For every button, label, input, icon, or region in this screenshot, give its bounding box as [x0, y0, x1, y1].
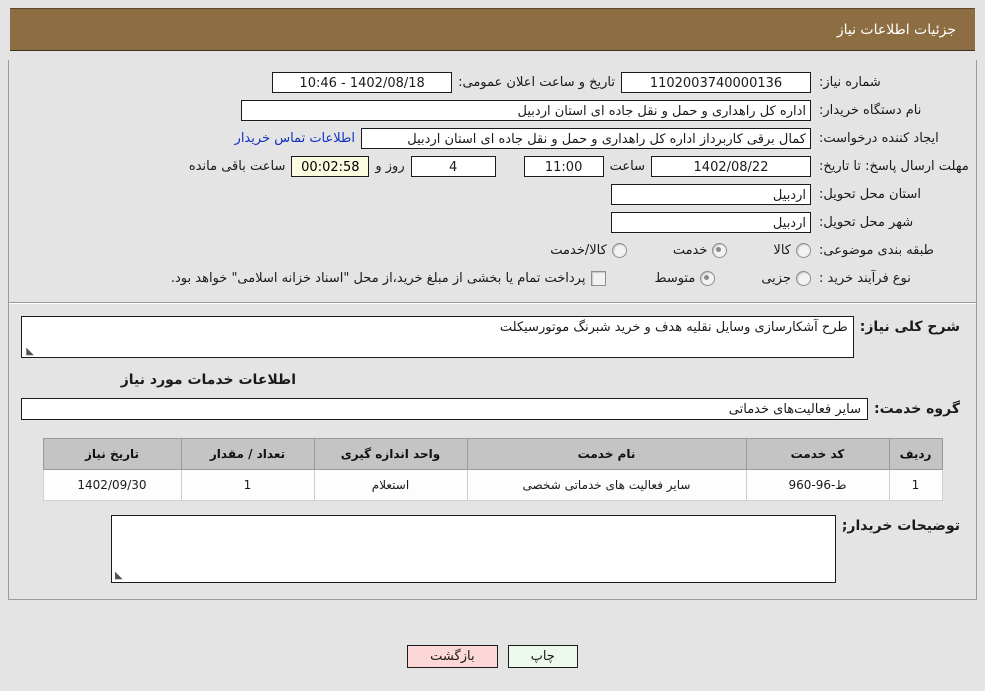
need-number-value: 1102003740000136 — [621, 71, 811, 93]
cell-date: 1402/09/30 — [42, 469, 182, 501]
requester-value: کمال برقی کاربرداز اداره کل راهداری و حم… — [361, 127, 811, 149]
row-city: شهر محل تحویل: اردبیل — [9, 208, 976, 236]
announce-datetime-value: 1402/08/18 - 10:46 — [272, 71, 453, 93]
city-value: اردبیل — [611, 211, 811, 233]
requester-label: ایجاد کننده درخواست: — [819, 130, 939, 146]
service-group-value: سایر فعالیت‌های خدماتی — [21, 398, 869, 420]
process-option-medium-label: متوسط — [654, 270, 696, 286]
th-unit: واحد اندازه گیری — [313, 438, 468, 470]
process-option-minor[interactable]: جزیی — [761, 270, 811, 286]
page-root: AriaTender.net جزئیات اطلاعات نیاز شماره… — [0, 0, 985, 691]
buyer-comments-label: توضیحات خریدار; — [841, 518, 960, 534]
cell-name: سایر فعالیت های خدماتی شخصی — [466, 469, 747, 501]
category-option-goods-label: کالا — [773, 242, 791, 258]
category-option-service[interactable]: خدمت — [672, 242, 728, 258]
table-row: 1 ط-96-960 سایر فعالیت های خدماتی شخصی ا… — [42, 469, 943, 501]
row-category: طبقه بندی موضوعی: کالا خدمت کالا/خدمت — [9, 236, 976, 264]
th-index: ردیف — [888, 438, 943, 470]
print-button[interactable]: چاپ — [507, 645, 578, 668]
row-deadline: مهلت ارسال پاسخ: تا تاریخ: 1402/08/22 سا… — [9, 152, 976, 180]
radio-icon[interactable] — [700, 270, 716, 286]
summary-section: شماره نیاز: 1102003740000136 تاریخ و ساع… — [9, 60, 976, 298]
row-requester: ایجاد کننده درخواست: کمال برقی کاربرداز … — [9, 124, 976, 152]
row-description: شرح کلی نیاز: طرح آشکارسازی وسایل نقلیه … — [9, 316, 976, 358]
row-purchase-process: نوع فرآیند خرید : جزیی متوسط پرداخت تمام… — [9, 264, 976, 292]
services-table: ردیف کد خدمت نام خدمت واحد اندازه گیری ت… — [42, 438, 943, 501]
cell-unit: استعلام — [313, 469, 468, 501]
process-option-minor-label: جزیی — [761, 270, 791, 286]
countdown-timer: 00:02:58 — [291, 155, 370, 177]
treasury-bonds-note: پرداخت تمام یا بخشی از مبلغ خرید،از محل … — [170, 270, 586, 286]
row-need-number: شماره نیاز: 1102003740000136 تاریخ و ساع… — [9, 68, 976, 96]
window-title-bar: جزئیات اطلاعات نیاز — [10, 8, 975, 51]
back-button[interactable]: بازگشت — [407, 645, 498, 668]
description-label: شرح کلی نیاز: — [859, 319, 960, 335]
radio-icon[interactable] — [611, 242, 627, 258]
services-section-heading: اطلاعات خدمات مورد نیاز — [120, 372, 296, 388]
cell-index: 1 — [888, 469, 943, 501]
row-buyer-org: نام دستگاه خریدار: اداره کل راهداری و حم… — [9, 96, 976, 124]
need-number-label: شماره نیاز: — [819, 74, 881, 90]
need-details-section: شرح کلی نیاز: طرح آشکارسازی وسایل نقلیه … — [9, 304, 976, 599]
process-radio-group: جزیی متوسط — [648, 270, 811, 286]
city-label: شهر محل تحویل: — [819, 214, 914, 230]
radio-icon[interactable] — [796, 270, 811, 286]
th-code: کد خدمت — [745, 438, 890, 470]
service-group-label: گروه خدمت: — [874, 401, 960, 417]
category-option-goods-service[interactable]: کالا/خدمت — [550, 242, 627, 258]
resize-grip-icon[interactable]: ◣ — [25, 347, 34, 357]
row-service-group: گروه خدمت: سایر فعالیت‌های خدماتی — [9, 398, 976, 420]
province-label: استان محل تحویل: — [819, 186, 921, 202]
purchase-process-label: نوع فرآیند خرید : — [819, 270, 911, 286]
announce-datetime-label: تاریخ و ساعت اعلان عمومی: — [458, 74, 615, 90]
th-date: تاریخ نیاز — [42, 438, 182, 470]
deadline-label: مهلت ارسال پاسخ: تا تاریخ: — [819, 158, 969, 174]
category-radio-group: کالا خدمت کالا/خدمت — [544, 242, 811, 258]
table-header-row: ردیف کد خدمت نام خدمت واحد اندازه گیری ت… — [42, 438, 943, 470]
category-option-service-label: خدمت — [672, 242, 708, 258]
days-label: روز و — [375, 158, 405, 174]
deadline-time-value: 11:00 — [523, 155, 604, 177]
resize-grip-icon[interactable]: ◣ — [115, 570, 123, 581]
cell-qty: 1 — [180, 469, 315, 501]
category-option-goods-service-label: کالا/خدمت — [550, 242, 607, 258]
days-remaining-value: 4 — [410, 155, 496, 177]
category-label: طبقه بندی موضوعی: — [819, 242, 935, 258]
page-title: جزئیات اطلاعات نیاز — [836, 21, 956, 38]
deadline-date-value: 1402/08/22 — [651, 155, 811, 177]
description-textarea[interactable]: طرح آشکارسازی وسایل نقلیه هدف و خرید شبر… — [21, 316, 854, 358]
row-province: استان محل تحویل: اردبیل — [9, 180, 976, 208]
category-option-goods[interactable]: کالا — [773, 242, 811, 258]
hour-label: ساعت — [609, 158, 645, 174]
process-option-medium[interactable]: متوسط — [654, 270, 716, 286]
province-value: اردبیل — [611, 183, 811, 205]
buyer-org-label: نام دستگاه خریدار: — [819, 102, 922, 118]
th-qty: تعداد / مقدار — [180, 438, 315, 470]
radio-icon[interactable] — [796, 242, 811, 258]
cell-code: ط-96-960 — [745, 469, 890, 501]
footer-actions: چاپ بازگشت — [0, 645, 985, 668]
buyer-comments-textarea[interactable]: ◣ — [111, 515, 836, 583]
row-buyer-comments: توضیحات خریدار; ◣ — [9, 501, 976, 593]
buyer-contact-link[interactable]: اطلاعات تماس خریدار — [229, 131, 361, 146]
radio-icon[interactable] — [712, 242, 728, 258]
description-value: طرح آشکارسازی وسایل نقلیه هدف و خرید شبر… — [499, 320, 848, 335]
remaining-hours-label: ساعت باقی مانده — [188, 158, 286, 174]
treasury-bonds-checkbox[interactable] — [591, 270, 607, 286]
buyer-org-value: اداره کل راهداری و حمل و نقل جاده ای است… — [241, 99, 811, 121]
th-name: نام خدمت — [466, 438, 747, 470]
details-panel: شماره نیاز: 1102003740000136 تاریخ و ساع… — [8, 60, 977, 600]
